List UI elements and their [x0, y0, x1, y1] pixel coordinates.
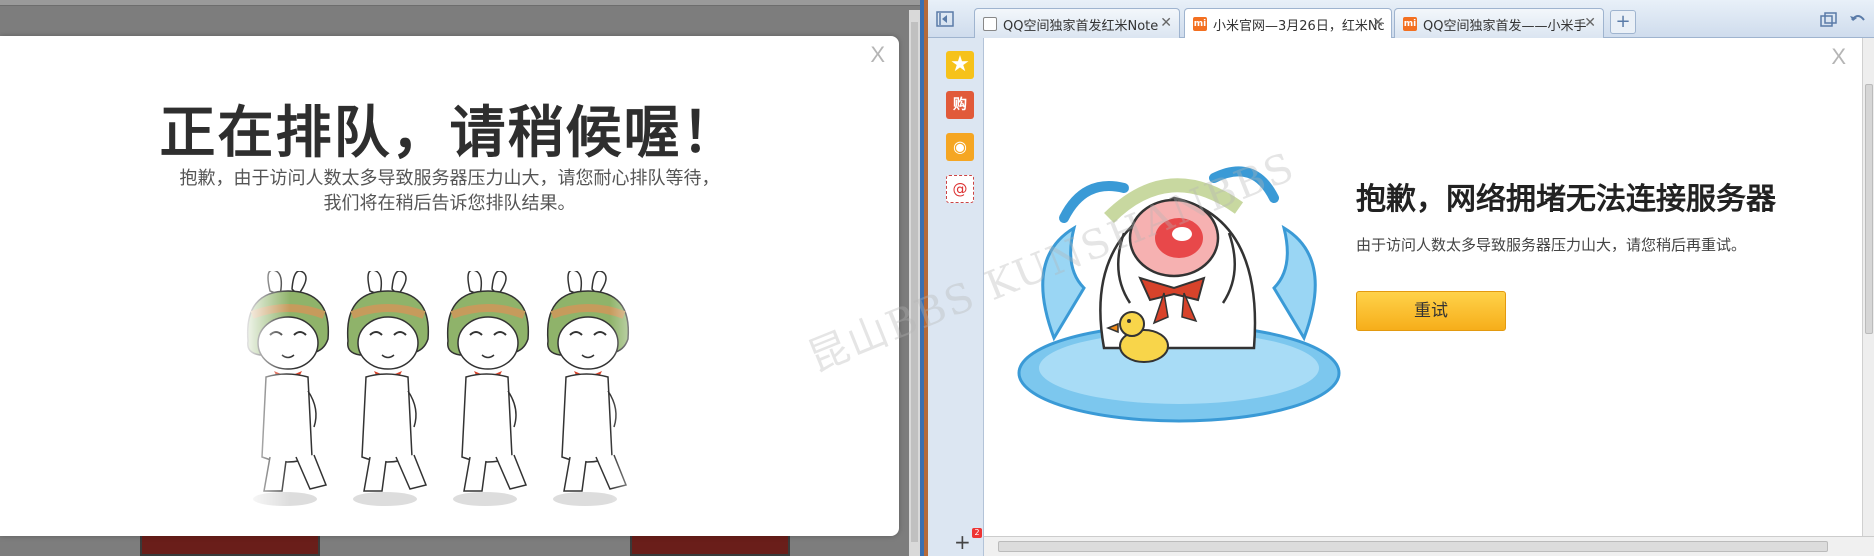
error-dialog-close-button[interactable]: X — [1831, 44, 1846, 70]
tab-close-icon[interactable]: ✕ — [1160, 15, 1172, 31]
tab-label: QQ空间独家首发红米Note — [1003, 19, 1159, 34]
tab-bar: QQ空间独家首发红米Note ✕ mi 小米官网—3月26日，红米Nc ✕ mi… — [928, 0, 1874, 39]
page-icon — [983, 17, 997, 31]
mail-icon[interactable]: @ — [946, 175, 974, 203]
left-top-bar — [0, 0, 920, 6]
walking-mascots-illustration — [240, 271, 660, 511]
notification-badge: 2 — [972, 528, 982, 538]
retry-button[interactable]: 重试 — [1356, 291, 1506, 331]
error-message: 由于访问人数太多导致服务器压力山大，请您稍后再重试。 — [1356, 236, 1747, 254]
horizontal-scrollbar-thumb[interactable] — [998, 541, 1828, 552]
mi-logo-icon: mi — [1403, 17, 1417, 31]
add-sidebar-item-button[interactable]: + — [954, 530, 971, 554]
tab-close-icon[interactable]: ✕ — [1372, 15, 1384, 31]
undo-close-icon[interactable] — [1848, 12, 1866, 28]
page-content: X 抱歉，网络拥堵无法连接服务器 由于访问人数太多导致服务器压力山大，请您稍后再… — [984, 38, 1862, 536]
tab-label: QQ空间独家首发——小米手 — [1423, 19, 1587, 34]
queue-message: 抱歉，由于访问人数太多导致服务器压力山大，请您耐心排队等待， 我们将在稍后告诉您… — [0, 166, 899, 216]
error-title: 抱歉，网络拥堵无法连接服务器 — [1356, 182, 1776, 217]
queue-modal: X 正在排队，请稍候喔！ 抱歉，由于访问人数太多导致服务器压力山大，请您耐心排队… — [0, 36, 899, 536]
vertical-scrollbar[interactable] — [1862, 38, 1874, 536]
mi-logo-icon: mi — [1193, 17, 1207, 31]
queue-modal-close-button[interactable]: X — [870, 42, 885, 68]
screen: X 正在排队，请稍候喔！ 抱歉，由于访问人数太多导致服务器压力山大，请您耐心排队… — [0, 0, 1874, 556]
weibo-icon[interactable]: ◉ — [946, 133, 974, 161]
queue-title: 正在排队，请稍候喔！ — [159, 101, 740, 166]
favorites-star-icon[interactable]: ★ — [946, 51, 974, 79]
sidebar-toggle-icon[interactable] — [936, 10, 954, 28]
queue-message-line2: 我们将在稍后告诉您排队结果。 — [323, 193, 576, 214]
horizontal-scrollbar[interactable] — [984, 536, 1874, 556]
tab-qq-xiaomi-phone[interactable]: mi QQ空间独家首发——小米手 ✕ — [1394, 8, 1604, 38]
left-browser-pane: X 正在排队，请稍候喔！ 抱歉，由于访问人数太多导致服务器压力山大，请您耐心排队… — [0, 0, 920, 556]
tab-close-icon[interactable]: ✕ — [1584, 15, 1596, 31]
tab-xiaomi-official[interactable]: mi 小米官网—3月26日，红米Nc ✕ — [1184, 8, 1392, 39]
tab-qq-redmi-note[interactable]: QQ空间独家首发红米Note ✕ — [974, 8, 1180, 38]
restore-window-icon[interactable] — [1820, 12, 1838, 28]
tab-label: 小米官网—3月26日，红米Nc — [1213, 19, 1385, 34]
new-tab-button[interactable]: + — [1610, 10, 1636, 34]
vertical-scrollbar-thumb[interactable] — [1865, 84, 1873, 334]
shopping-icon[interactable]: 购 — [946, 91, 974, 119]
queue-message-line1: 抱歉，由于访问人数太多导致服务器压力山大，请您耐心排队等待， — [179, 168, 720, 189]
